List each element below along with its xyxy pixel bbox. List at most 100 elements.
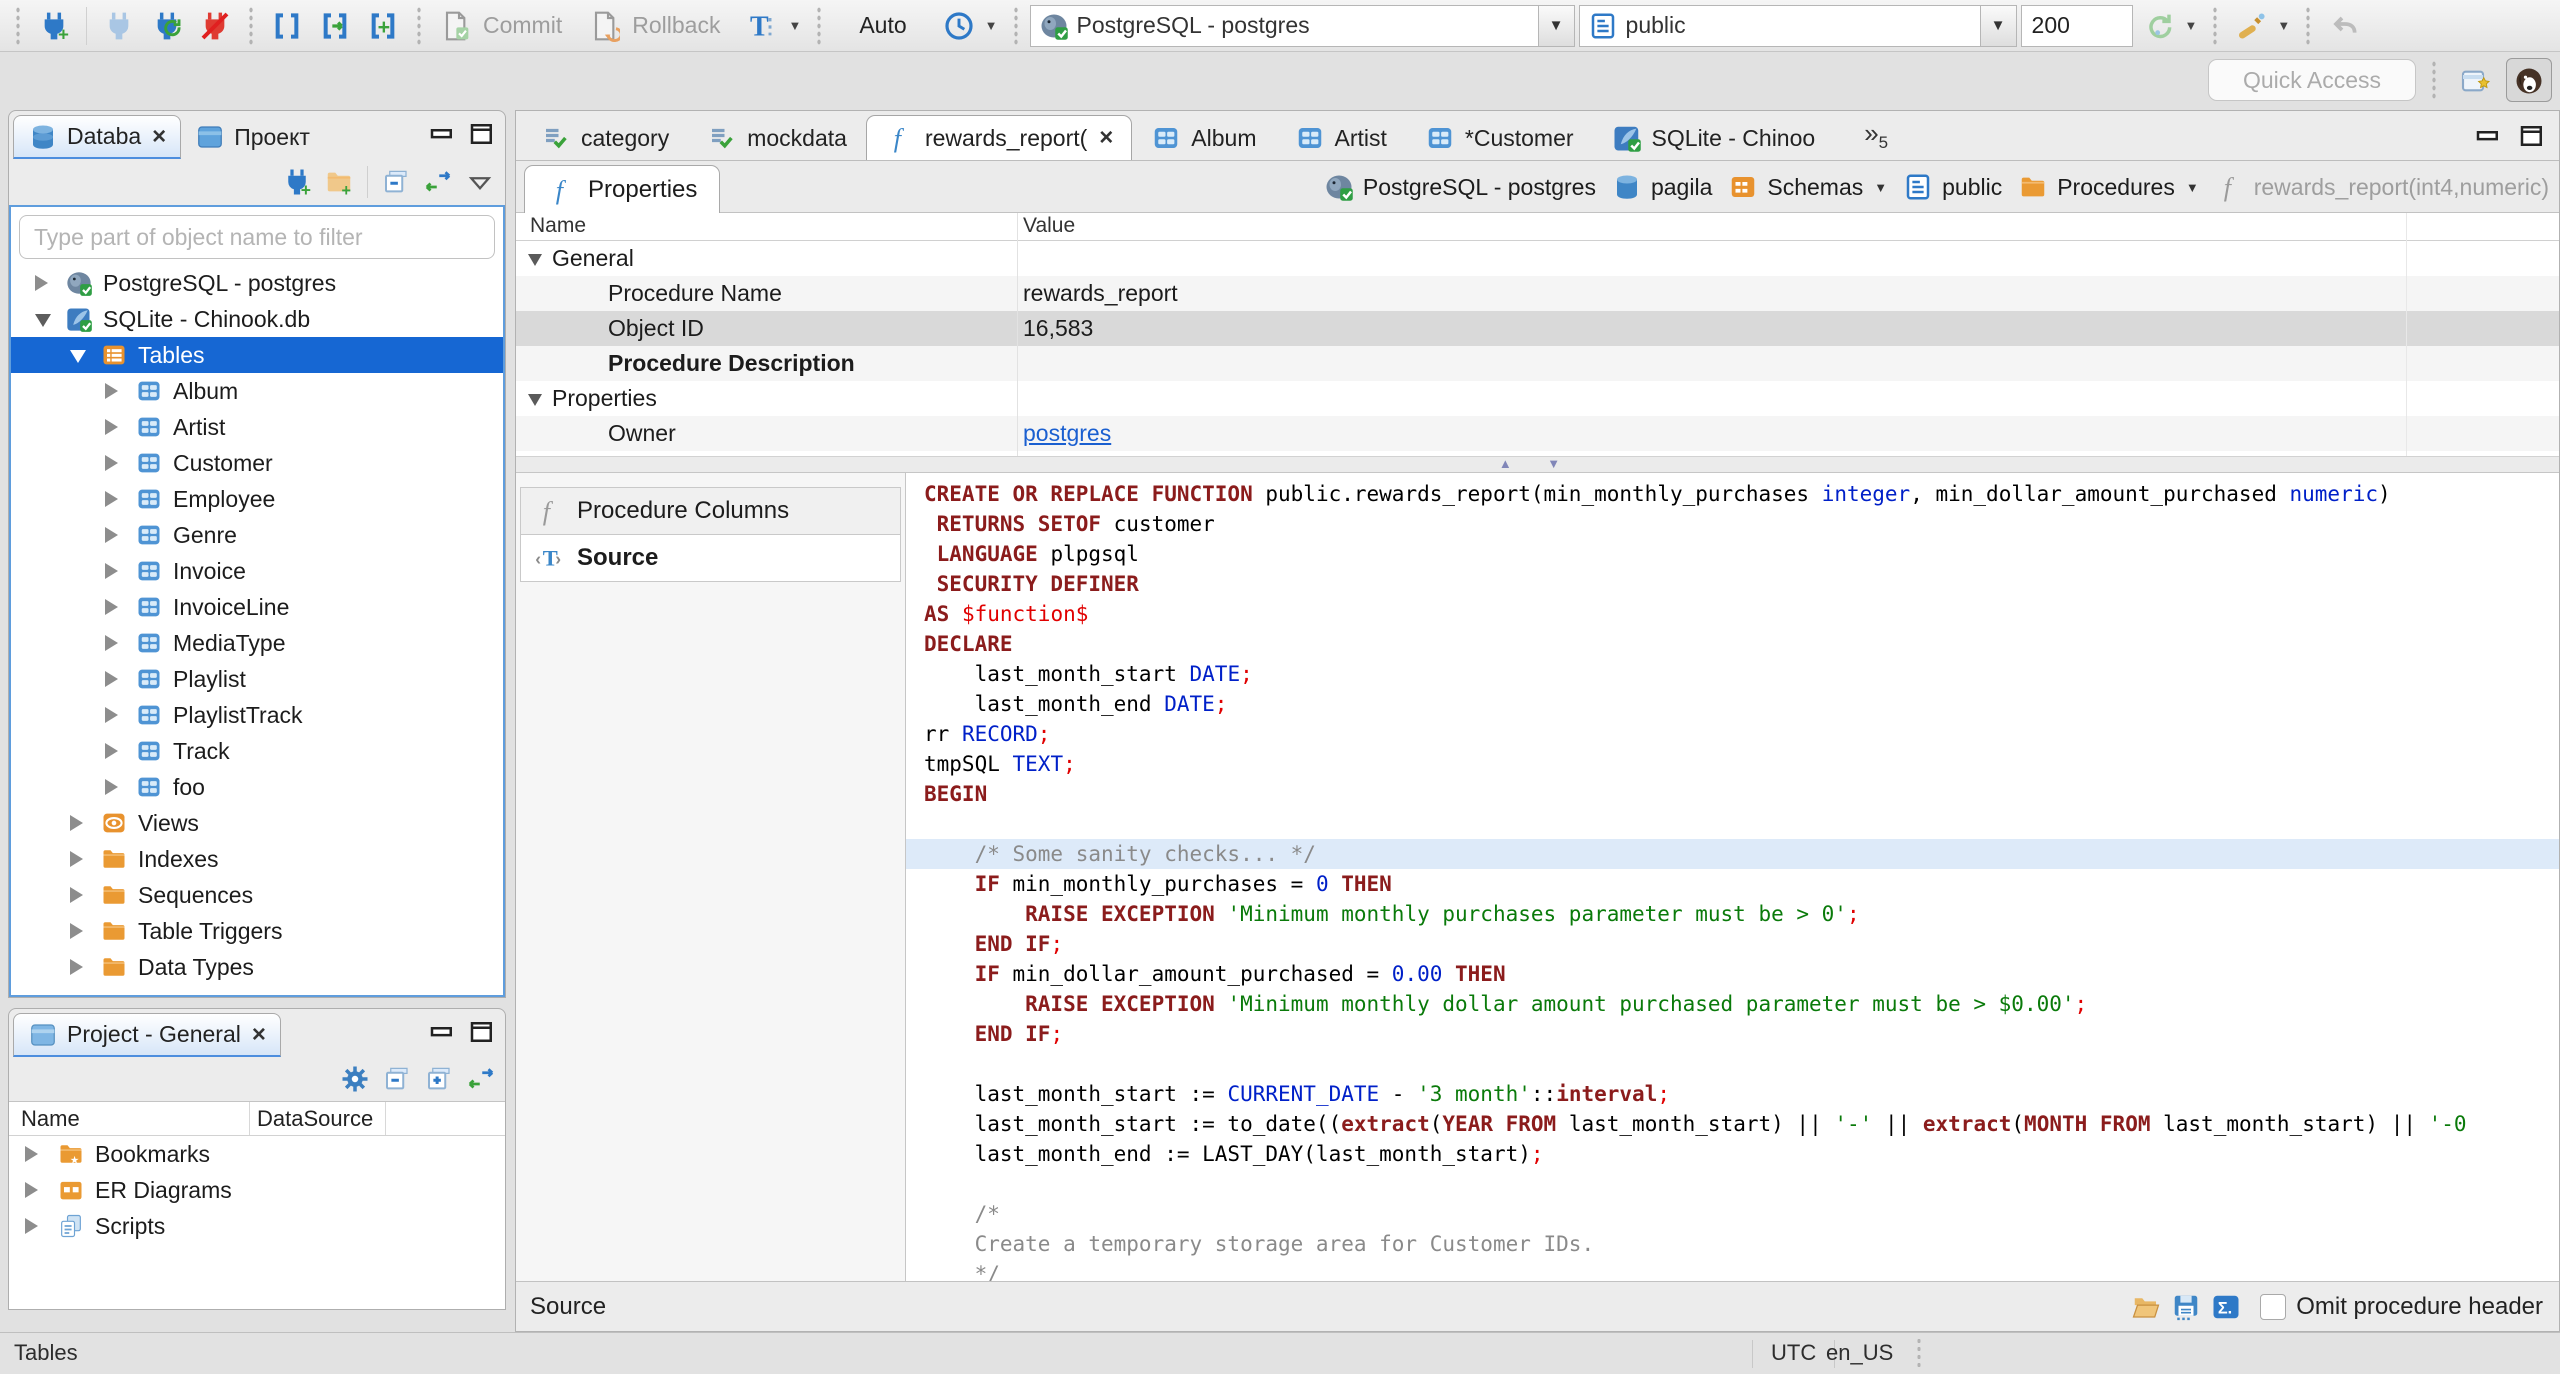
tab-overflow-button[interactable]: »5 [1864, 120, 1888, 154]
expand-arrow-icon[interactable] [35, 275, 48, 291]
tree-item-artist[interactable]: Artist [11, 409, 503, 445]
toolbar-drag-handle[interactable] [15, 5, 21, 46]
collapse-arrow-icon[interactable] [70, 350, 86, 363]
tab-project-general[interactable]: Project - General × [13, 1013, 281, 1057]
breadcrumb-item-pagila[interactable]: pagila [1612, 172, 1712, 202]
breadcrumb-item-rewards-report-int4-numeric[interactable]: f rewards_report(int4,numeric) [2215, 172, 2549, 202]
expand-arrow-icon[interactable] [105, 779, 118, 795]
sql-generator-dropdown-icon[interactable]: ▼ [2277, 18, 2290, 33]
link-with-editor-button[interactable] [463, 1061, 499, 1097]
maximize-icon[interactable] [467, 1017, 497, 1047]
editor-tab-album[interactable]: Album [1132, 115, 1275, 160]
tree-item-album[interactable]: Album [11, 373, 503, 409]
column-header-value[interactable]: Value [1023, 214, 1075, 238]
expand-arrow-icon[interactable] [105, 383, 118, 399]
object-filter-input[interactable] [19, 215, 495, 259]
chevron-down-icon[interactable]: ▼ [2186, 180, 2199, 195]
column-header-name[interactable]: Name [21, 1106, 80, 1132]
property-row-owner[interactable]: Owner postgres [516, 416, 2559, 451]
property-row-object-id[interactable]: Object ID 16,583 [516, 311, 2559, 346]
tree-item-tables[interactable]: Tables [11, 337, 503, 373]
rollback-button[interactable] [582, 4, 626, 48]
tree-item-sequences[interactable]: Sequences [11, 877, 503, 913]
expand-arrow-icon[interactable] [25, 1146, 38, 1162]
expand-arrow-icon[interactable] [105, 635, 118, 651]
minimize-icon[interactable] [427, 1017, 457, 1047]
editor-tab-sqlite-chinoo[interactable]: SQLite - Chinoo [1593, 115, 1835, 160]
tree-item-playlist[interactable]: Playlist [11, 661, 503, 697]
open-sql-editor-button[interactable]: + [361, 4, 405, 48]
tree-item-table-triggers[interactable]: Table Triggers [11, 913, 503, 949]
transaction-log-dropdown-icon[interactable]: ▼ [985, 18, 998, 33]
expand-arrow-icon[interactable] [25, 1218, 38, 1234]
expand-arrow-icon[interactable] [105, 455, 118, 471]
view-menu-button[interactable] [461, 163, 499, 201]
tab-source[interactable]: ‹ T › Source [520, 534, 901, 582]
tree-item-foo[interactable]: foo [11, 769, 503, 805]
tab-properties[interactable]: f Properties [524, 165, 721, 213]
tree-item-views[interactable]: Views [11, 805, 503, 841]
expand-arrow-icon[interactable] [105, 707, 118, 723]
property-row-procedure-name[interactable]: Procedure Name rewards_report [516, 276, 2559, 311]
new-folder-button[interactable]: + [320, 163, 358, 201]
editor-tab-rewards-report[interactable]: f rewards_report(× [865, 115, 1133, 160]
omit-procedure-header-checkbox[interactable] [2260, 1293, 2287, 1320]
breadcrumb-item-postgresql-postgres[interactable]: PostgreSQL - postgres [1324, 172, 1596, 202]
sql-editor-button[interactable] [265, 4, 309, 48]
auto-refresh-dropdown-icon[interactable]: ▼ [2185, 18, 2198, 33]
maximize-icon[interactable] [467, 119, 497, 149]
expand-arrow-icon[interactable] [70, 959, 83, 975]
property-row-procedure-description[interactable]: Procedure Description [516, 346, 2559, 381]
sql-generator-button[interactable] [2229, 4, 2273, 48]
project-item-er-diagrams[interactable]: ER Diagrams [9, 1172, 505, 1208]
quick-access-input[interactable]: Quick Access [2208, 59, 2416, 101]
tab-procedure-columns[interactable]: f Procedure Columns [520, 487, 901, 535]
close-tab-icon[interactable]: × [1099, 124, 1113, 152]
status-locale[interactable]: en_US [1826, 1340, 1907, 1366]
open-in-sql-console-button[interactable]: Σ. [2206, 1287, 2246, 1327]
chevron-down-icon[interactable]: ▼ [1874, 180, 1887, 195]
expand-arrow-icon[interactable] [105, 599, 118, 615]
expand-arrow-icon[interactable] [105, 419, 118, 435]
connect-button[interactable] [97, 4, 141, 48]
property-value[interactable]: postgres [1023, 416, 1111, 451]
tree-item-playlisttrack[interactable]: PlaylistTrack [11, 697, 503, 733]
project-item-scripts[interactable]: Scripts [9, 1208, 505, 1244]
expand-arrow-icon[interactable] [70, 887, 83, 903]
expand-arrow-icon[interactable] [25, 1182, 38, 1198]
commit-button[interactable] [433, 4, 477, 48]
tree-item-sqlite-chinook-db[interactable]: SQLite - Chinook.db [11, 301, 503, 337]
reconnect-button[interactable] [145, 4, 189, 48]
column-divider[interactable] [1017, 213, 1018, 456]
collapse-arrow-icon[interactable] [528, 394, 542, 406]
editor-tab-customer[interactable]: *Customer [1406, 115, 1593, 160]
connection-selector-dropdown-icon[interactable]: ▼ [1537, 5, 1574, 46]
expand-arrow-icon[interactable] [70, 815, 83, 831]
tree-item-invoice[interactable]: Invoice [11, 553, 503, 589]
fetch-size-input[interactable] [2020, 4, 2133, 47]
expand-arrow-icon[interactable] [70, 851, 83, 867]
collapse-all-button[interactable] [379, 1061, 415, 1097]
tree-item-postgresql-postgres[interactable]: PostgreSQL - postgres [11, 265, 503, 301]
project-item-bookmarks[interactable]: ★ Bookmarks [9, 1136, 505, 1172]
link-with-editor-button[interactable] [419, 163, 457, 201]
breadcrumb-item-schemas[interactable]: Schemas ▼ [1728, 172, 1887, 202]
tab-database-navigator[interactable]: Databa × [13, 115, 182, 159]
expand-arrow-icon[interactable] [105, 743, 118, 759]
property-row-properties[interactable]: Properties [516, 381, 2559, 416]
tree-item-track[interactable]: Track [11, 733, 503, 769]
tab-project-explorer[interactable]: Проект [181, 115, 324, 159]
transaction-mode-dropdown-icon[interactable]: ▼ [788, 18, 801, 33]
expand-arrow-icon[interactable] [105, 527, 118, 543]
collapse-arrow-icon[interactable] [528, 254, 542, 266]
auto-refresh-button[interactable] [2137, 4, 2181, 48]
collapse-arrow-icon[interactable] [35, 314, 51, 327]
tree-item-genre[interactable]: Genre [11, 517, 503, 553]
tree-item-invoiceline[interactable]: InvoiceLine [11, 589, 503, 625]
column-header-datasource[interactable]: DataSource [257, 1106, 373, 1132]
settings-button[interactable] [337, 1061, 373, 1097]
minimize-icon[interactable] [427, 119, 457, 149]
column-header-name[interactable]: Name [530, 214, 586, 238]
tree-item-data-types[interactable]: Data Types [11, 949, 503, 985]
transaction-mode-button[interactable]: T [740, 4, 784, 48]
